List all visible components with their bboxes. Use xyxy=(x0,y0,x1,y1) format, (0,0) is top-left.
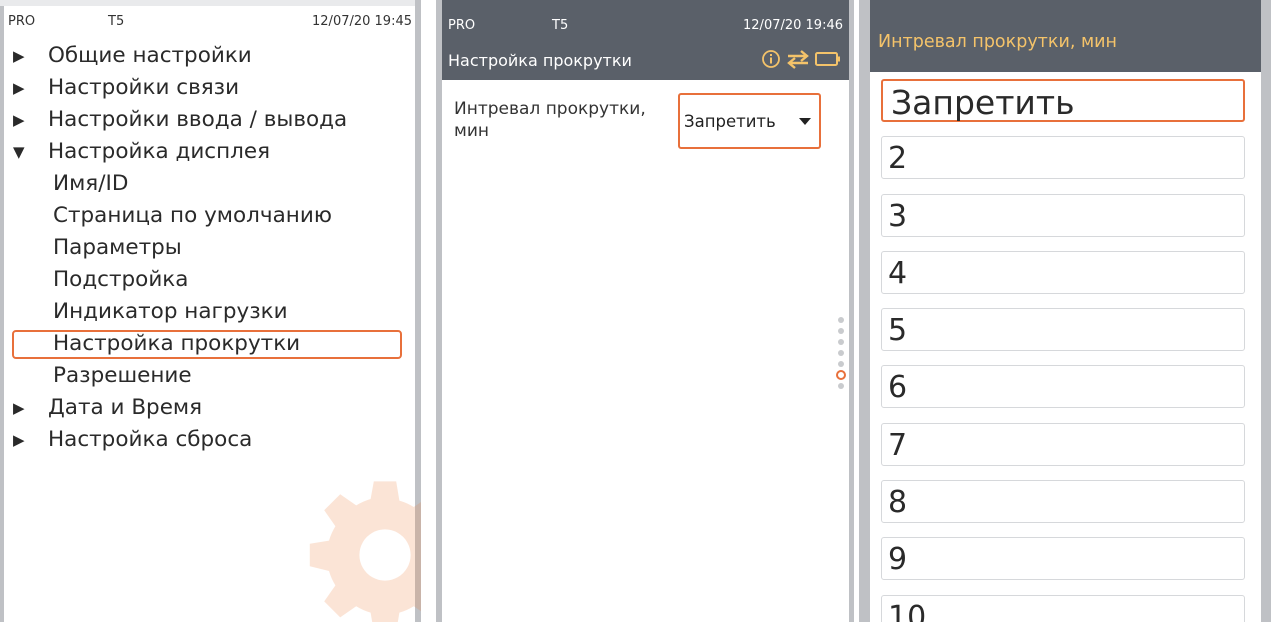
caret-right-icon: ▶ xyxy=(13,111,25,129)
interval-option[interactable]: Запретить xyxy=(881,79,1245,122)
header-icons xyxy=(761,47,841,71)
menu-item-label: Общие настройки xyxy=(48,43,252,68)
interval-option-label: 9 xyxy=(888,542,908,578)
menu-group-item[interactable]: ▶ Настройка сброса xyxy=(10,424,410,456)
interval-options-list: Запретить 2 3 4 5 6 7 8 9 10 xyxy=(881,79,1245,622)
page-dot xyxy=(838,383,844,389)
status-bar: PRO T5 12/07/20 19:45 xyxy=(8,14,412,32)
interval-option-label: 8 xyxy=(888,485,908,521)
screen-frame-left xyxy=(436,0,442,622)
interval-option[interactable]: 9 xyxy=(881,537,1245,581)
scroll-interval-label: Интревал прокрутки, мин xyxy=(454,99,646,141)
screen-frame-left xyxy=(0,0,4,622)
status-mode: PRO xyxy=(8,14,36,29)
page-dot xyxy=(838,350,844,356)
menu-group-item[interactable]: ▶ Настройки ввода / вывода xyxy=(10,104,410,136)
scroll-interval-dropdown[interactable]: Запретить xyxy=(678,93,821,149)
caret-right-icon: ▶ xyxy=(13,79,25,97)
menu-item-label: Параметры xyxy=(53,235,182,260)
status-mode: PRO xyxy=(448,18,476,33)
screen-frame-left xyxy=(859,0,870,622)
status-channel: T5 xyxy=(108,14,125,29)
settings-menu-tree: ▶ Общие настройки ▶ Настройки связи ▶ Настрой… xyxy=(10,40,410,456)
menu-group-item[interactable]: ▶ Настройки связи xyxy=(10,72,410,104)
interval-option-label: 10 xyxy=(888,599,927,622)
menu-item-label: Настройки ввода / вывода xyxy=(48,107,348,132)
menu-item-label: Имя/ID xyxy=(53,171,129,196)
status-datetime: 12/07/20 19:46 xyxy=(743,18,843,33)
page-dot xyxy=(838,328,844,334)
page-dot xyxy=(838,339,844,345)
status-datetime: 12/07/20 19:45 xyxy=(312,14,412,29)
menu-item-label: Настройки связи xyxy=(48,75,240,100)
status-channel: T5 xyxy=(552,18,569,33)
screen-frame-right xyxy=(849,0,854,622)
menu-item-label: Настройка дисплея xyxy=(48,139,271,164)
caret-down-icon: ▼ xyxy=(13,143,25,161)
menu-tree-screen: PRO T5 12/07/20 19:45 ▶ Общие настройки ▶ Н… xyxy=(0,0,421,622)
interval-option[interactable]: 4 xyxy=(881,250,1245,294)
transfer-arrows-icon[interactable] xyxy=(786,49,810,69)
interval-option-label: Запретить xyxy=(891,83,1075,122)
screen-frame-top xyxy=(0,0,421,6)
page-indicator xyxy=(835,317,847,417)
menu-item-label: Дата и Время xyxy=(48,395,203,420)
screen-title: Интревал прокрутки, мин xyxy=(878,32,1117,52)
menu-item-label: Индикатор нагрузки xyxy=(53,299,288,324)
menu-item-label: Разрешение xyxy=(53,363,192,388)
menu-subitem[interactable]: Имя/ID xyxy=(10,168,410,200)
interval-option-label: 7 xyxy=(888,427,908,463)
page-dot-current xyxy=(836,370,846,380)
caret-right-icon: ▶ xyxy=(13,431,25,449)
interval-option-label: 6 xyxy=(888,370,908,406)
screen-header: PRO T5 12/07/20 19:46 Настройка прокрутк… xyxy=(442,0,849,80)
screen-header: Интревал прокрутки, мин xyxy=(870,0,1261,72)
interval-option-label: 4 xyxy=(888,255,908,291)
scroll-setting-screen: PRO T5 12/07/20 19:46 Настройка прокрутк… xyxy=(436,0,854,622)
interval-picker-screen: Интревал прокрутки, мин Запретить 2 3 4 5 6 7 8… xyxy=(859,0,1271,622)
caret-right-icon: ▶ xyxy=(13,399,25,417)
page-dot xyxy=(838,361,844,367)
screen-frame-right xyxy=(1261,0,1271,622)
interval-option[interactable]: 10 xyxy=(881,594,1245,622)
interval-option[interactable]: 7 xyxy=(881,422,1245,466)
info-icon[interactable] xyxy=(761,49,781,69)
menu-item-label: Страница по умолчанию xyxy=(53,203,332,228)
menu-subitem[interactable]: Разрешение xyxy=(10,360,410,392)
interval-option[interactable]: 2 xyxy=(881,136,1245,180)
interval-option[interactable]: 6 xyxy=(881,365,1245,409)
page-dot xyxy=(838,317,844,323)
menu-item-label: Настройка сброса xyxy=(48,427,253,452)
interval-option-label: 2 xyxy=(888,141,908,177)
dropdown-value: Запретить xyxy=(684,112,776,131)
menu-item-label: Настройка прокрутки xyxy=(53,331,301,356)
caret-right-icon: ▶ xyxy=(13,47,25,65)
interval-option[interactable]: 8 xyxy=(881,480,1245,524)
menu-subitem[interactable]: Страница по умолчанию xyxy=(10,200,410,232)
menu-group-item[interactable]: ▶ Дата и Время xyxy=(10,392,410,424)
interval-option[interactable]: 5 xyxy=(881,308,1245,352)
interval-option-label: 5 xyxy=(888,313,908,349)
gear-watermark-icon xyxy=(309,481,421,622)
menu-subitem[interactable]: Индикатор нагрузки xyxy=(10,296,410,328)
battery-icon xyxy=(815,52,840,66)
menu-subitem[interactable]: Подстройка xyxy=(10,264,410,296)
interval-option-label: 3 xyxy=(888,198,908,234)
menu-subitem[interactable]: Параметры xyxy=(10,232,410,264)
screen-title: Настройка прокрутки xyxy=(448,51,632,70)
interval-option[interactable]: 3 xyxy=(881,193,1245,237)
menu-group-item[interactable]: ▶ Общие настройки xyxy=(10,40,410,72)
chevron-down-icon xyxy=(799,118,811,125)
menu-subitem[interactable]: Настройка прокрутки xyxy=(10,328,410,360)
menu-item-label: Подстройка xyxy=(53,267,189,292)
menu-group-item[interactable]: ▼ Настройка дисплея xyxy=(10,136,410,168)
